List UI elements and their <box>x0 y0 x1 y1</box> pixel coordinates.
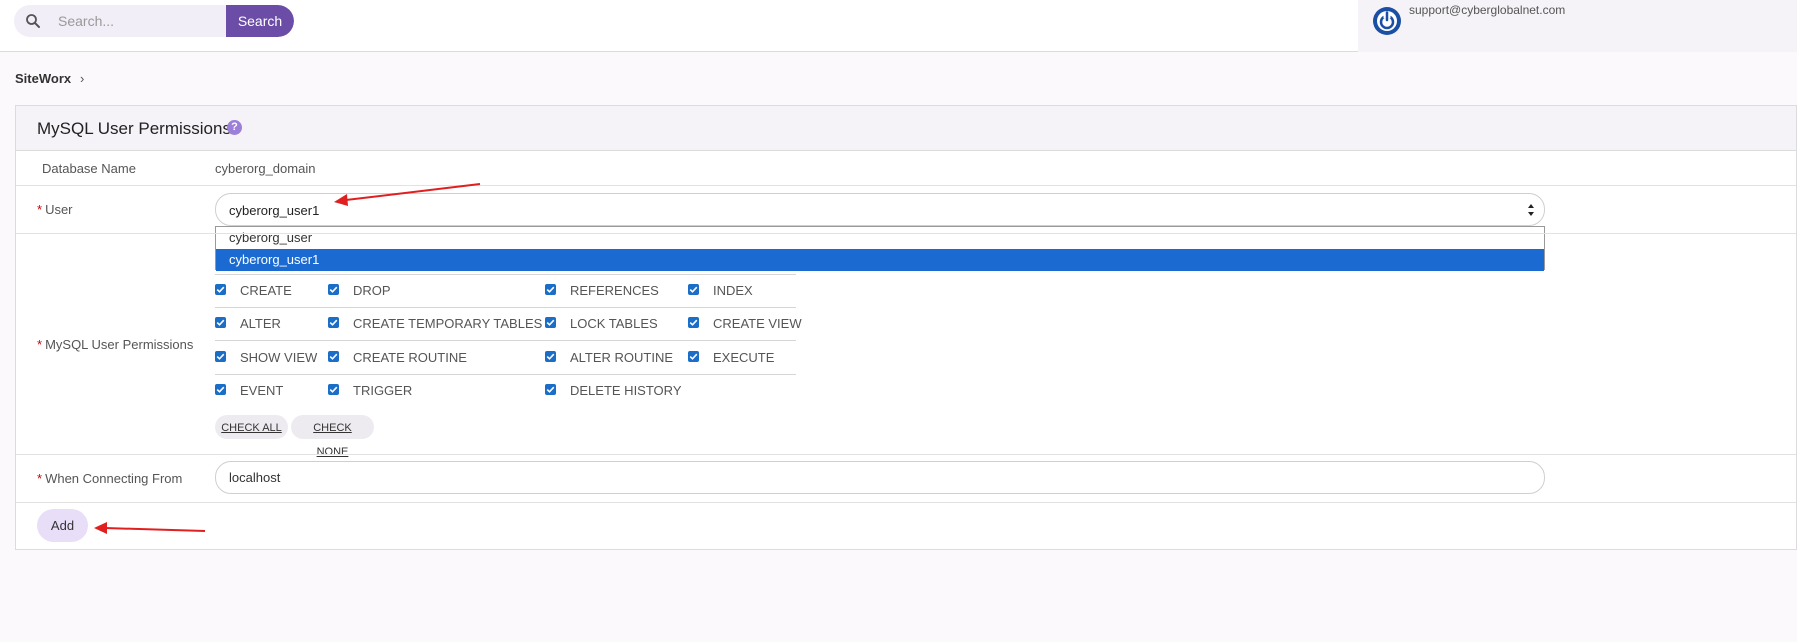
database-name-value: cyberorg_domain <box>215 161 316 176</box>
panel-title: MySQL User Permissions <box>37 119 231 138</box>
permission-label: ALTER ROUTINE <box>570 350 674 365</box>
permission-label: CREATE <box>240 283 292 298</box>
permission-label: CREATE ROUTINE <box>353 350 467 365</box>
user-label-text: User <box>45 202 73 217</box>
permission-label: DELETE HISTORY <box>570 383 682 398</box>
breadcrumb-siteworx[interactable]: SiteWorx <box>15 71 71 86</box>
required-marker: * <box>37 471 43 486</box>
permission-checkbox[interactable] <box>328 384 339 395</box>
permission-checkbox[interactable] <box>328 351 339 362</box>
top-bar: Search support@cyberglobalnet.com <box>0 0 1797 52</box>
search-icon <box>26 14 40 28</box>
permission-label: REFERENCES <box>570 283 659 298</box>
permission-label: TRIGGER <box>353 383 413 398</box>
check-none-button[interactable]: CHECK NONE <box>291 415 374 458</box>
permission-checkbox[interactable] <box>328 284 339 295</box>
permission-checkbox[interactable] <box>215 284 226 295</box>
search-button[interactable]: Search <box>226 5 294 37</box>
divider <box>16 454 1796 455</box>
connecting-from-input[interactable] <box>215 461 1545 494</box>
permission-label: CREATE VIEW <box>713 316 802 331</box>
database-name-label: Database Name <box>42 161 136 176</box>
required-marker: * <box>37 337 43 352</box>
permission-label: SHOW VIEW <box>240 350 318 365</box>
permission-label: EXECUTE <box>713 350 775 365</box>
check-all-button[interactable]: CHECK ALL <box>215 415 288 439</box>
search-box: Search <box>14 5 294 37</box>
select-caret-icon <box>1528 204 1534 216</box>
power-icon <box>1373 7 1401 35</box>
user-option-selected[interactable]: cyberorg_user1 <box>216 249 1544 271</box>
permissions-label: * MySQL User Permissions <box>37 337 193 352</box>
connecting-from-label-text: When Connecting From <box>45 471 183 486</box>
permission-divider <box>215 374 796 375</box>
permission-label: EVENT <box>240 383 284 398</box>
search-input[interactable] <box>56 5 226 37</box>
permission-divider <box>215 274 796 275</box>
permission-label: CREATE TEMPORARY TABLES <box>353 316 543 331</box>
connecting-from-label: * When Connecting From <box>37 471 182 486</box>
permission-checkbox[interactable] <box>545 384 556 395</box>
permission-checkbox[interactable] <box>215 351 226 362</box>
permission-checkbox[interactable] <box>688 284 699 295</box>
user-email: support@cyberglobalnet.com <box>1409 3 1566 17</box>
permission-checkbox[interactable] <box>328 317 339 328</box>
divider <box>16 185 1796 186</box>
divider <box>16 233 1796 234</box>
help-icon[interactable]: ? <box>227 120 242 135</box>
permission-checkbox[interactable] <box>545 351 556 362</box>
permission-checkbox[interactable] <box>215 384 226 395</box>
user-label: * User <box>37 202 73 217</box>
required-marker: * <box>37 202 43 217</box>
permission-checkbox[interactable] <box>545 284 556 295</box>
chevron-right-icon: › <box>80 71 85 86</box>
permission-label: ALTER <box>240 316 281 331</box>
permission-checkbox[interactable] <box>215 317 226 328</box>
permission-checkbox[interactable] <box>545 317 556 328</box>
permission-checkbox[interactable] <box>688 317 699 328</box>
annotation-arrow <box>94 522 206 534</box>
panel-header: MySQL User Permissions ? <box>16 106 1796 151</box>
user-select-value: cyberorg_user1 <box>229 203 320 218</box>
permissions-panel: MySQL User Permissions ? Database Name c… <box>15 105 1797 550</box>
permission-label: DROP <box>353 283 391 298</box>
user-panel[interactable]: support@cyberglobalnet.com <box>1358 0 1797 52</box>
permission-label: INDEX <box>713 283 753 298</box>
user-option[interactable]: cyberorg_user <box>216 227 1544 249</box>
permission-divider <box>215 307 796 308</box>
permission-checkbox[interactable] <box>688 351 699 362</box>
permissions-label-text: MySQL User Permissions <box>45 337 194 352</box>
add-button[interactable]: Add <box>37 509 88 542</box>
permission-divider <box>215 340 796 341</box>
permission-label: LOCK TABLES <box>570 316 658 331</box>
annotation-arrow <box>334 183 481 206</box>
divider <box>16 502 1796 503</box>
